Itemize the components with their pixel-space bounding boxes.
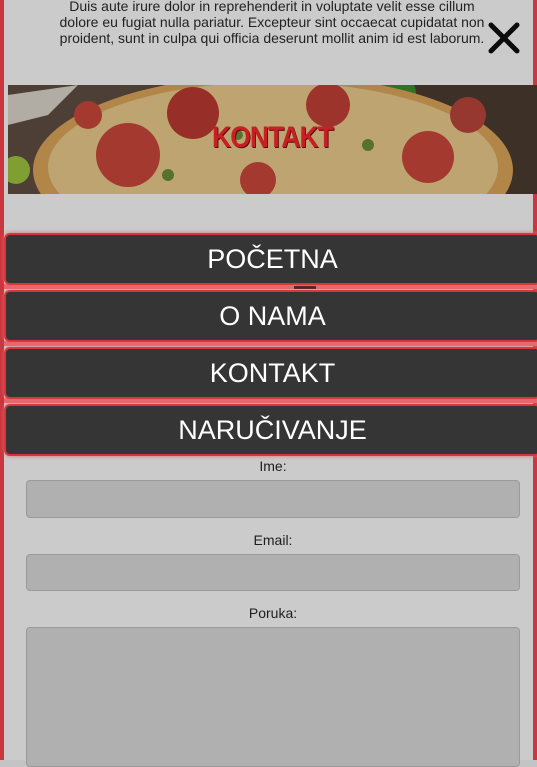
banner-title: KONTAKT <box>212 121 334 154</box>
menu-divider-tick <box>294 286 316 289</box>
intro-line: Duis aute irure dolor in reprehenderit i… <box>69 0 475 14</box>
nav-item-o-nama[interactable]: O NAMA <box>4 290 537 342</box>
message-textarea[interactable] <box>26 627 520 767</box>
name-label: Ime: <box>259 458 287 474</box>
email-input[interactable] <box>26 554 520 591</box>
nav-item-narucivanje[interactable]: NARUČIVANJE <box>4 404 537 456</box>
nav-item-kontakt[interactable]: KONTAKT <box>4 347 537 399</box>
intro-line: dolore eu fugiat nulla pariatur. Excepte… <box>59 14 485 30</box>
intro-paragraph: Duis aute irure dolor in reprehenderit i… <box>44 0 500 46</box>
page-banner: KONTAKT <box>8 85 537 194</box>
message-label: Poruka: <box>248 605 298 621</box>
nav-item-pocetna[interactable]: POČETNA <box>4 233 537 285</box>
name-input[interactable] <box>26 480 520 518</box>
intro-line: proident, sunt in culpa qui officia dese… <box>59 30 485 46</box>
close-icon <box>488 22 520 54</box>
email-label: Email: <box>253 532 293 548</box>
close-menu-button[interactable] <box>486 20 522 56</box>
contact-page: Duis aute irure dolor in reprehenderit i… <box>0 0 537 767</box>
